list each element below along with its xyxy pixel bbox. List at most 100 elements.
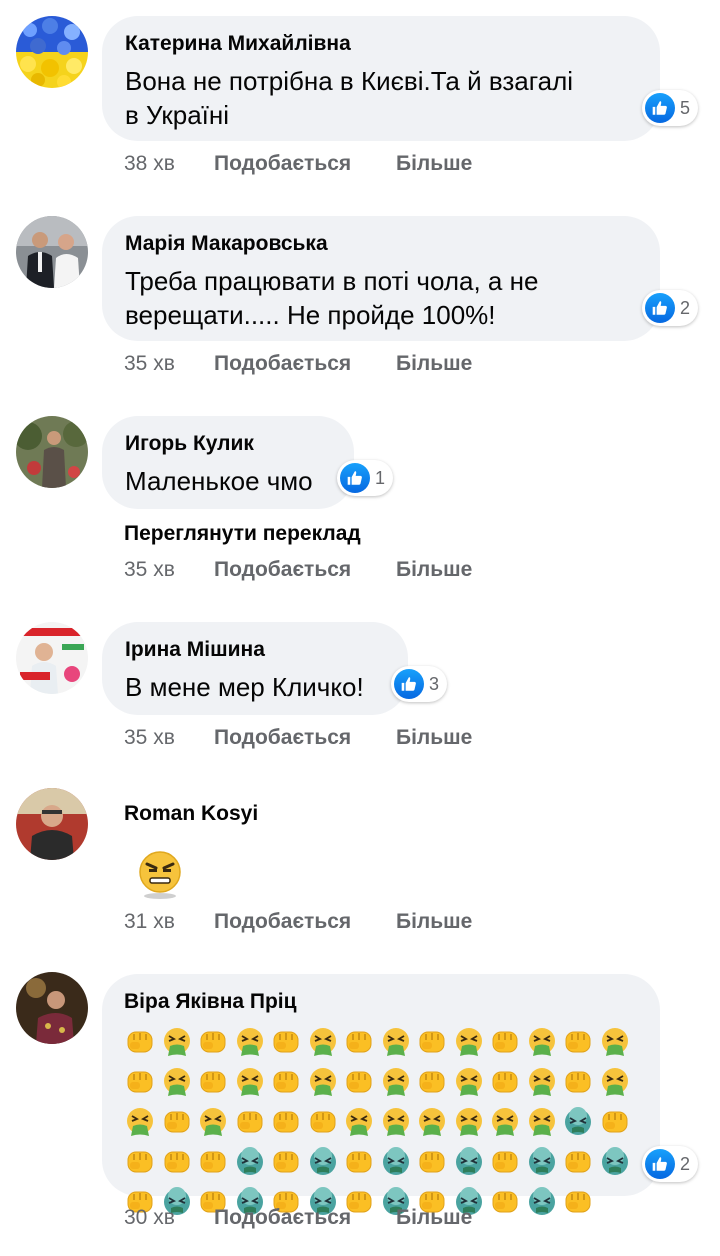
avatar[interactable]	[16, 416, 88, 488]
reaction-count[interactable]: 2	[642, 1146, 699, 1182]
see-translation-link[interactable]: Переглянути переклад	[124, 522, 361, 546]
comment-text: Треба працювати в поті чола, а не верещат…	[125, 264, 636, 332]
face-vomiting-emoji	[489, 1106, 526, 1143]
more-button[interactable]: Більше	[396, 558, 472, 581]
avatar[interactable]	[16, 216, 88, 288]
face-vomiting-emoji	[124, 1106, 161, 1143]
nauseated-face-emoji	[380, 1146, 417, 1183]
like-reaction-icon	[645, 93, 675, 123]
oncoming-fist-emoji	[343, 1146, 380, 1183]
face-vomiting-emoji	[526, 1026, 563, 1063]
comment-author[interactable]: Віра Яківна Пріц	[124, 990, 636, 1014]
avatar-flowers-image	[16, 16, 88, 88]
comment-author[interactable]: Катерина Михайлівна	[125, 32, 636, 56]
comment-author[interactable]: Игорь Кулик	[125, 432, 330, 456]
face-vomiting-emoji	[234, 1026, 271, 1063]
angry-face-emoji	[138, 850, 182, 905]
oncoming-fist-emoji	[562, 1146, 599, 1183]
comment-actions: 38 хв Подобається Більше	[124, 152, 472, 176]
more-button[interactable]: Більше	[396, 726, 472, 749]
like-button[interactable]: Подобається	[214, 558, 396, 582]
like-button[interactable]: Подобається	[214, 352, 396, 376]
avatar-medical-poster-image	[16, 622, 88, 694]
oncoming-fist-emoji	[161, 1146, 198, 1183]
oncoming-fist-emoji	[161, 1106, 198, 1143]
reaction-number: 2	[680, 1153, 691, 1174]
oncoming-fist-emoji	[124, 1066, 161, 1103]
oncoming-fist-emoji	[270, 1146, 307, 1183]
oncoming-fist-emoji	[343, 1026, 380, 1063]
comment-actions: 31 хв Подобається Більше	[124, 910, 472, 934]
oncoming-fist-emoji	[343, 1066, 380, 1103]
oncoming-fist-emoji	[489, 1146, 526, 1183]
nauseated-face-emoji	[307, 1146, 344, 1183]
face-vomiting-emoji	[453, 1026, 490, 1063]
oncoming-fist-emoji	[416, 1026, 453, 1063]
avatar[interactable]	[16, 788, 88, 860]
reaction-number: 5	[680, 97, 691, 118]
comment-author[interactable]: Roman Kosyi	[124, 802, 258, 826]
oncoming-fist-emoji	[197, 1026, 234, 1063]
reaction-count[interactable]: 3	[391, 666, 448, 702]
comment-author[interactable]: Ірина Мішина	[125, 638, 384, 662]
comment-author[interactable]: Марія Макаровська	[125, 232, 636, 256]
more-button[interactable]: Більше	[396, 152, 472, 175]
comment-actions: 35 хв Подобається Більше	[124, 726, 472, 750]
avatar[interactable]	[16, 972, 88, 1044]
more-button[interactable]: Більше	[396, 1206, 472, 1229]
more-button[interactable]: Більше	[396, 910, 472, 933]
oncoming-fist-emoji	[197, 1066, 234, 1103]
avatar-woman-image	[16, 972, 88, 1044]
oncoming-fist-emoji	[270, 1106, 307, 1143]
oncoming-fist-emoji	[234, 1106, 271, 1143]
avatar-man-image	[16, 788, 88, 860]
comment-actions: 35 хв Подобається Більше	[124, 558, 472, 582]
avatar[interactable]	[16, 622, 88, 694]
comment-bubble: Марія Макаровська Треба працювати в поті…	[102, 216, 660, 341]
oncoming-fist-emoji	[562, 1026, 599, 1063]
comment-time[interactable]: 35 хв	[124, 352, 214, 376]
reaction-number: 1	[375, 467, 386, 488]
face-vomiting-emoji	[416, 1106, 453, 1143]
comment-bubble: Ірина Мішина В мене мер Кличко!	[102, 622, 408, 715]
face-vomiting-emoji	[161, 1066, 198, 1103]
oncoming-fist-emoji	[489, 1066, 526, 1103]
like-reaction-icon	[645, 293, 675, 323]
comment-time[interactable]: 35 хв	[124, 726, 214, 750]
face-vomiting-emoji	[234, 1066, 271, 1103]
comment-time[interactable]: 30 хв	[124, 1206, 214, 1230]
face-vomiting-emoji	[526, 1066, 563, 1103]
like-button[interactable]: Подобається	[214, 152, 396, 176]
like-button[interactable]: Подобається	[214, 910, 396, 934]
more-button[interactable]: Більше	[396, 352, 472, 375]
reaction-count[interactable]: 2	[642, 290, 699, 326]
face-vomiting-emoji	[161, 1026, 198, 1063]
reaction-number: 2	[680, 297, 691, 318]
face-vomiting-emoji	[307, 1026, 344, 1063]
like-button[interactable]: Подобається	[214, 1206, 396, 1230]
reaction-count[interactable]: 5	[642, 90, 699, 126]
oncoming-fist-emoji	[599, 1106, 636, 1143]
reaction-number: 3	[429, 673, 440, 694]
comment-time[interactable]: 31 хв	[124, 910, 214, 934]
face-vomiting-emoji	[526, 1106, 563, 1143]
face-vomiting-emoji	[453, 1066, 490, 1103]
nauseated-face-emoji	[234, 1146, 271, 1183]
comment-text-line: верещати..... Не пройде 100%!	[125, 300, 496, 330]
nauseated-face-emoji	[599, 1146, 636, 1183]
nauseated-face-emoji	[453, 1146, 490, 1183]
comment-text: Маленькое чмо	[125, 466, 313, 496]
reaction-count[interactable]: 1	[337, 460, 394, 496]
comment-time[interactable]: 38 хв	[124, 152, 214, 176]
avatar[interactable]	[16, 16, 88, 88]
oncoming-fist-emoji	[197, 1146, 234, 1183]
oncoming-fist-emoji	[416, 1066, 453, 1103]
oncoming-fist-emoji	[562, 1066, 599, 1103]
comment-time[interactable]: 35 хв	[124, 558, 214, 582]
comment-actions: 30 хв Подобається Більше	[124, 1206, 472, 1230]
comment-bubble: Катерина Михайлівна Вона не потрібна в К…	[102, 16, 660, 141]
like-reaction-icon	[340, 463, 370, 493]
like-button[interactable]: Подобається	[214, 726, 396, 750]
face-vomiting-emoji	[380, 1066, 417, 1103]
comment-text: В мене мер Кличко!	[125, 672, 364, 702]
